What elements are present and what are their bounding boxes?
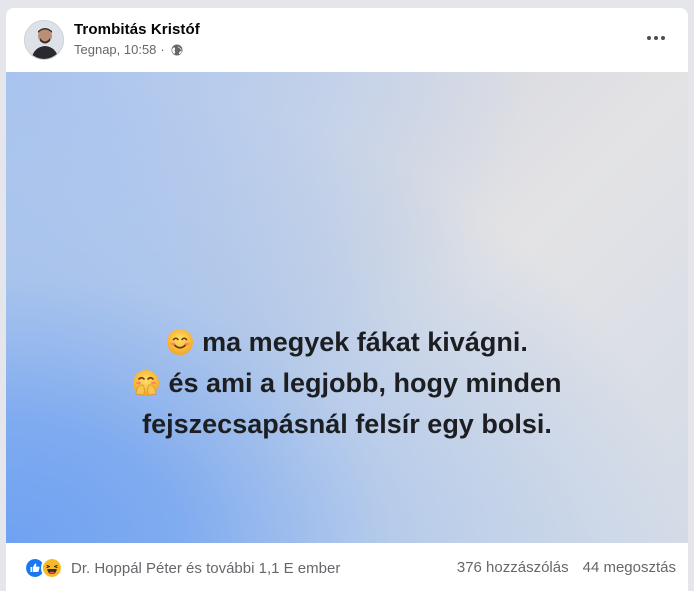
hand-over-mouth-face-icon [133,370,160,396]
post-text-line-1: ma megyek fákat kivágni. [6,322,688,363]
post-text-line-3: fejszecsapásnál felsír egy bolsi. [142,409,552,439]
post-card: Trombitás Kristóf Tegnap, 10:58 · ma meg… [6,8,688,591]
post-meta: Tegnap, 10:58 · [74,42,183,57]
more-options-button[interactable] [642,28,670,48]
laugh-icon [41,557,63,579]
globe-icon[interactable] [171,44,183,56]
post-timestamp[interactable]: Tegnap, 10:58 [74,42,156,57]
author-name[interactable]: Trombitás Kristóf [74,21,200,38]
post-footer: Dr. Hoppál Péter és további 1,1 E ember … [6,543,688,591]
more-options-icon [647,36,651,40]
reactions-summary[interactable]: Dr. Hoppál Péter és további 1,1 E ember [24,557,340,579]
post-text: ma megyek fákat kivágni. és ami a legjob… [6,322,688,445]
meta-separator: · [160,42,165,57]
avatar-image [25,21,63,59]
comments-count[interactable]: 376 hozzászólás [457,559,569,576]
post-text-line-2: és ami a legjobb, hogy minden [6,363,688,404]
shares-count[interactable]: 44 megosztás [583,559,676,576]
engagement-counts: 376 hozzászólás 44 megosztás [457,559,676,576]
smiling-face-icon [167,329,194,355]
avatar[interactable] [24,20,64,60]
post-header: Trombitás Kristóf Tegnap, 10:58 · [6,8,688,72]
post-background: ma megyek fákat kivágni. és ami a legjob… [6,72,688,543]
reactions-text[interactable]: Dr. Hoppál Péter és további 1,1 E ember [71,560,340,577]
